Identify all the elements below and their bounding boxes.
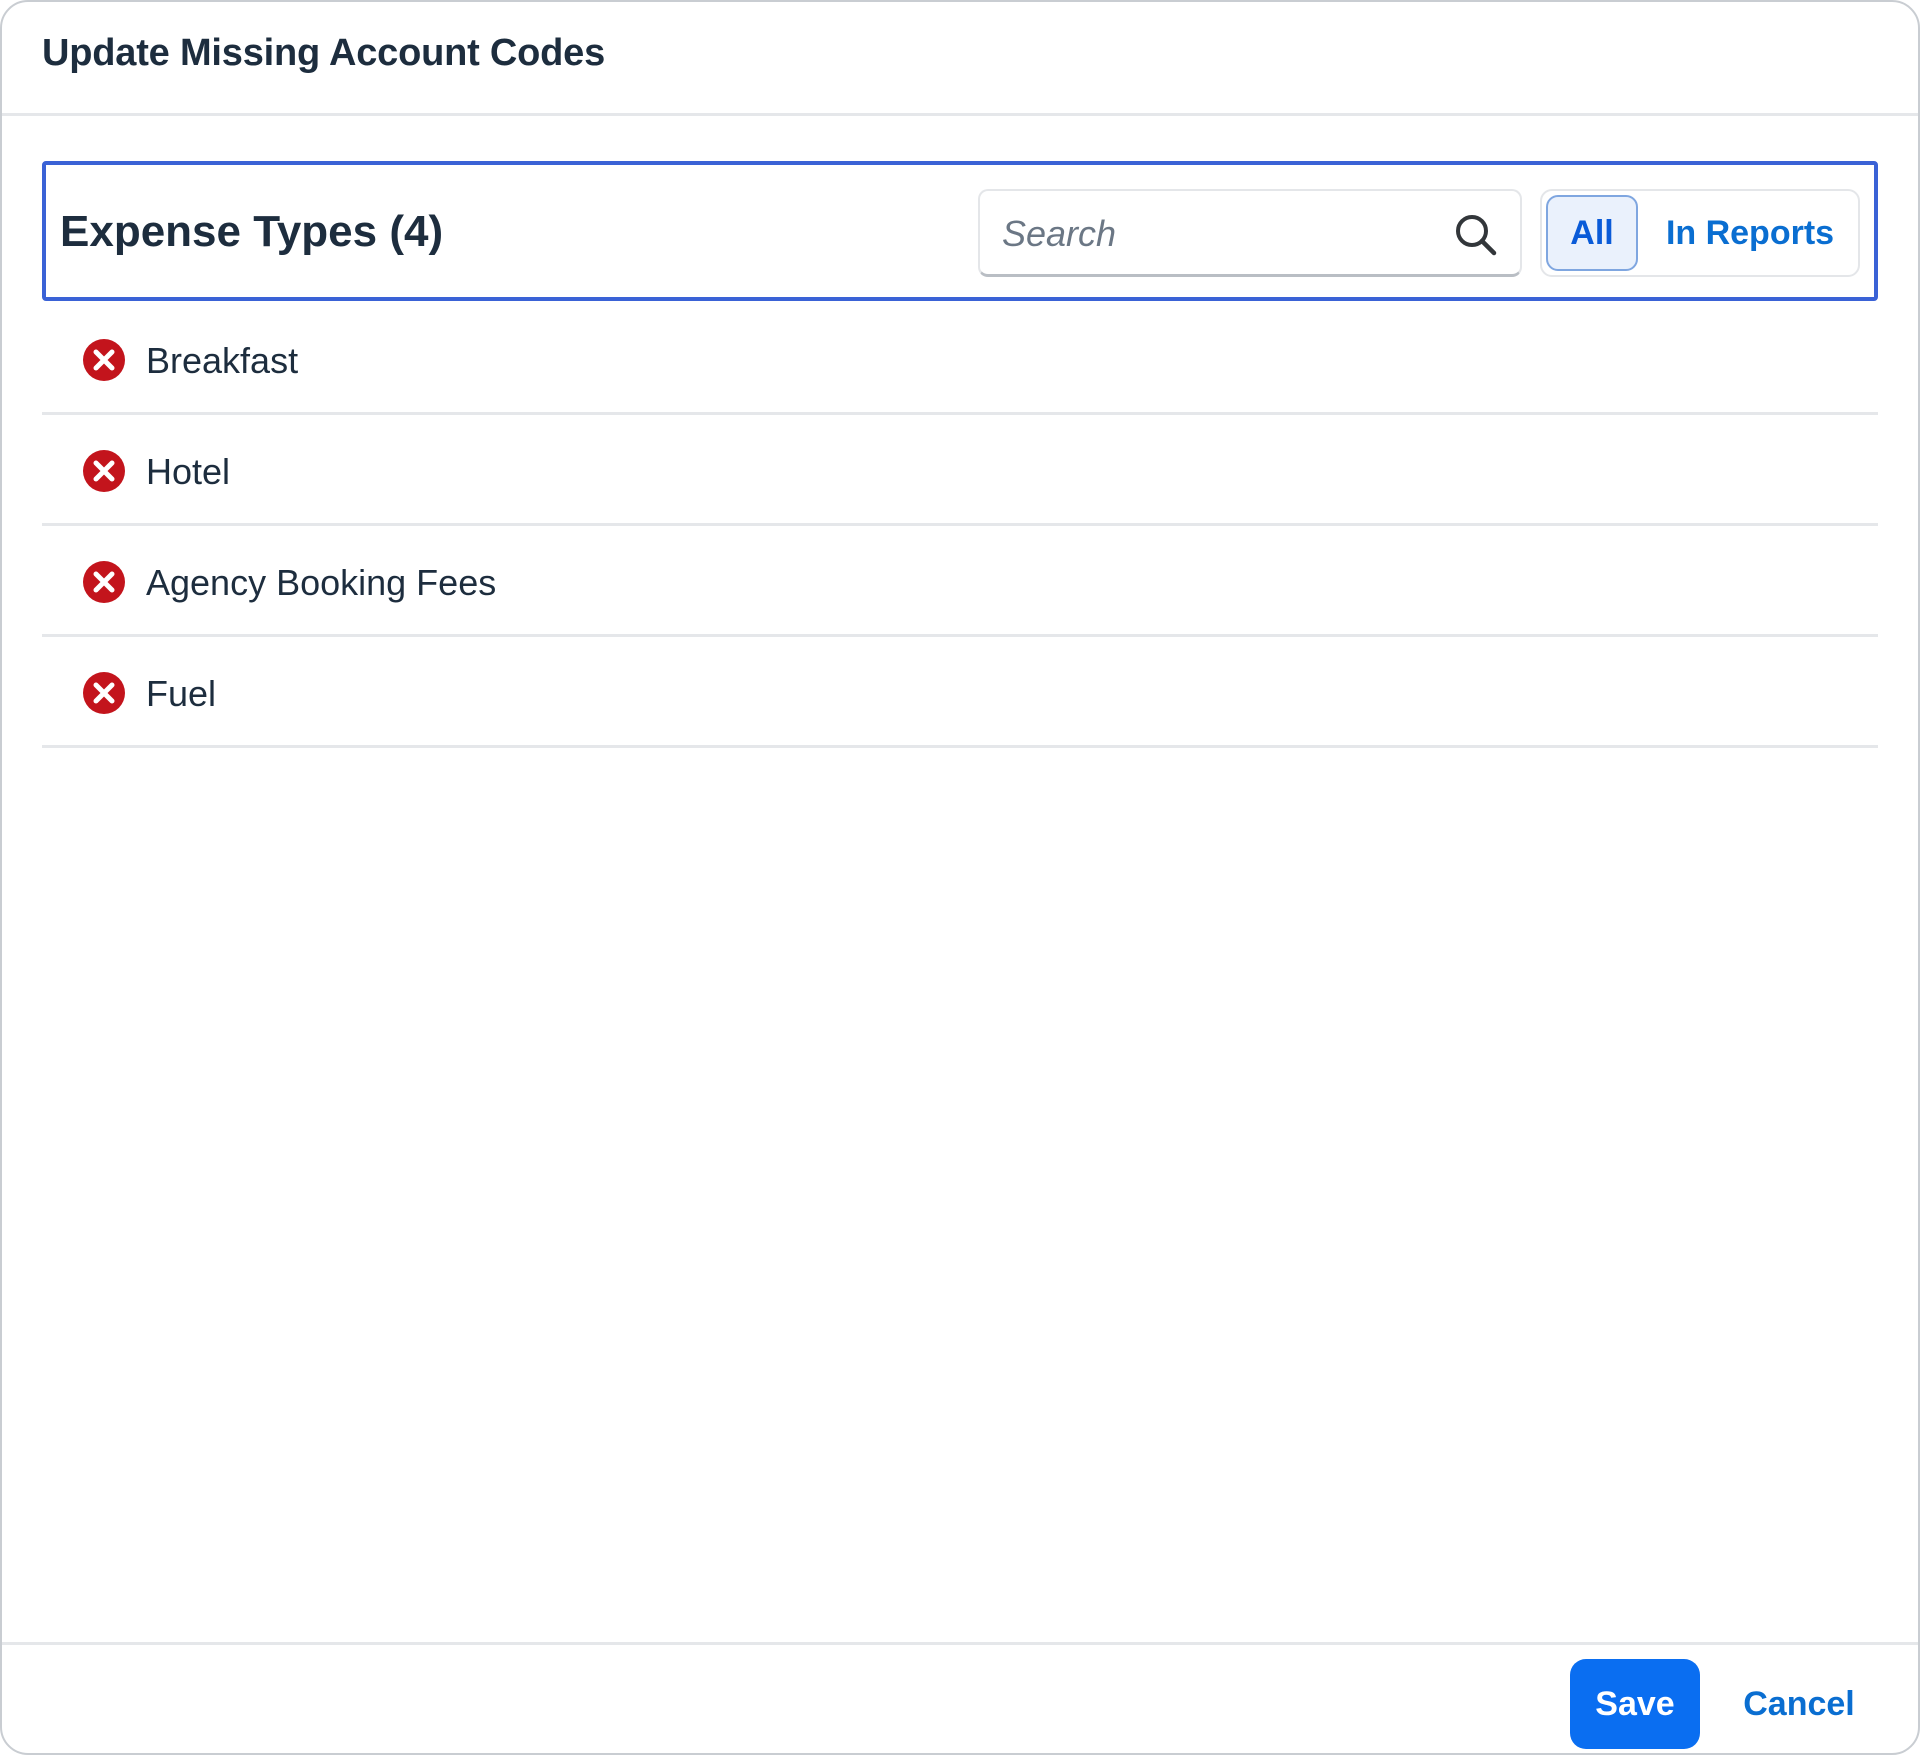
save-button[interactable]: Save	[1570, 1659, 1700, 1749]
dialog-footer: Save Cancel	[2, 1642, 1918, 1753]
dialog-title: Update Missing Account Codes	[42, 32, 606, 74]
search-icon[interactable]	[1452, 211, 1500, 259]
expense-types-title: Expense Types (4)	[60, 207, 444, 256]
error-icon	[83, 672, 125, 714]
error-icon	[83, 450, 125, 492]
list-item[interactable]: Fuel	[42, 637, 1878, 748]
search-input[interactable]	[1000, 205, 1434, 263]
list-item-label: Breakfast	[146, 340, 299, 381]
error-icon	[83, 561, 125, 603]
expense-types-toolbar: Expense Types (4) All In Reports	[42, 161, 1878, 301]
list-item-label: Hotel	[146, 451, 231, 492]
list-item[interactable]: Breakfast	[42, 304, 1878, 415]
list-item-label: Fuel	[146, 673, 217, 714]
search-field[interactable]	[978, 189, 1522, 277]
filter-all-button[interactable]: All	[1546, 195, 1638, 271]
cancel-button[interactable]: Cancel	[1724, 1659, 1874, 1749]
expense-types-list: Breakfast Hotel Agency Booking Fees Fuel	[42, 304, 1878, 748]
list-item[interactable]: Hotel	[42, 415, 1878, 526]
filter-segmented-button: All In Reports	[1540, 189, 1860, 277]
filter-in-reports-button[interactable]: In Reports	[1650, 195, 1850, 271]
update-account-codes-dialog: Update Missing Account Codes Expense Typ…	[0, 0, 1920, 1755]
list-item[interactable]: Agency Booking Fees	[42, 526, 1878, 637]
error-icon	[83, 339, 125, 381]
dialog-header: Update Missing Account Codes	[2, 2, 1918, 116]
list-item-label: Agency Booking Fees	[146, 562, 497, 603]
